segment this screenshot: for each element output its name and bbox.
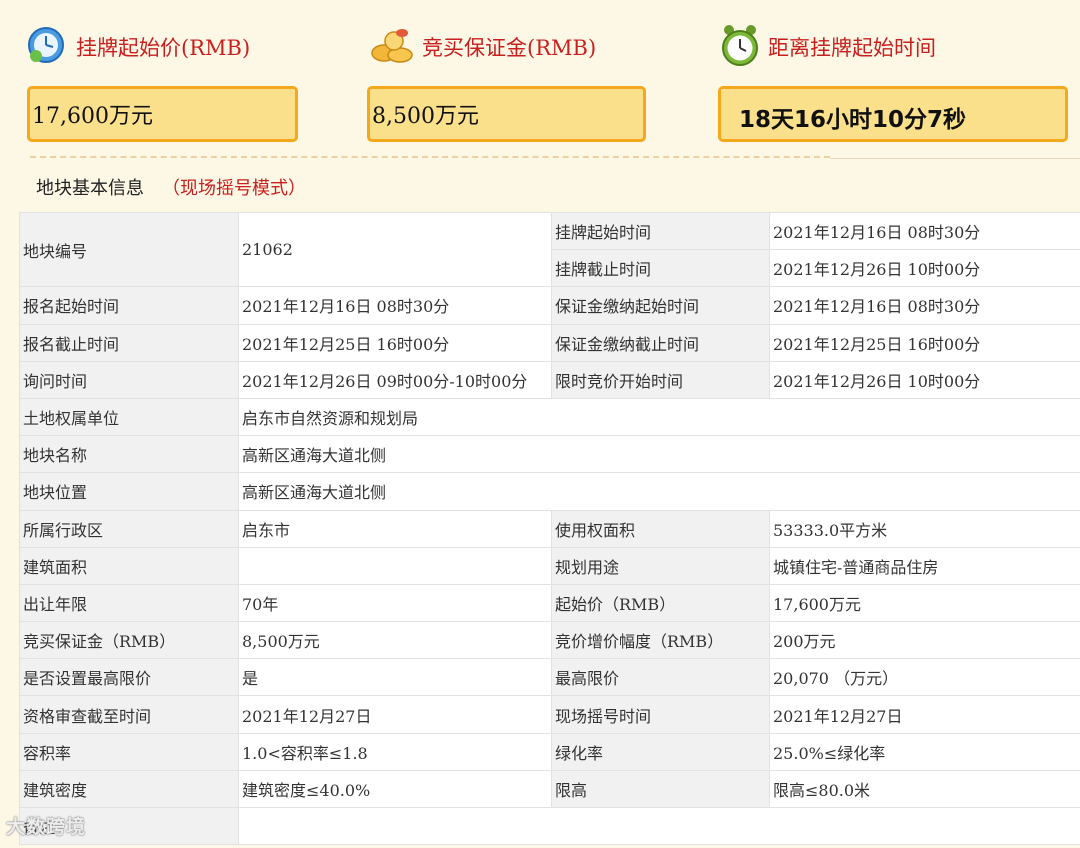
table-row: 土地权属单位 启东市自然资源和规划局 [19, 397, 1080, 437]
table-label: 规划用途 [551, 546, 770, 585]
table-value: 2021年12月16日 08时30分 [769, 286, 1080, 325]
table-row: 地块名称 高新区通海大道北侧 [19, 435, 1080, 474]
table-value: 是 [238, 658, 552, 697]
table-value: 8,500万元 [238, 621, 552, 660]
table-row: 是否设置最高限价 是 最高限价 20,070 （万元） [19, 658, 1080, 697]
table-label: 起始价（RMB） [551, 583, 770, 623]
table-row: 询问时间 2021年12月26日 09时00分-10时00分 限时竞价开始时间 … [19, 360, 1080, 399]
table-label: 限高 [551, 769, 770, 809]
table-label: 绿化率 [551, 732, 770, 771]
deposit-label: 竞买保证金(RMB) [422, 36, 597, 60]
table-value: 2021年12月27日 [769, 695, 1080, 734]
table-value: 200万元 [769, 621, 1080, 660]
table-row: 报名起始时间 2021年12月16日 08时30分 保证金缴纳起始时间 2021… [19, 286, 1080, 325]
watermark: 大数跨境 [6, 812, 86, 839]
table-label: 挂牌起始时间 [551, 211, 770, 251]
table-label: 保证金缴纳截止时间 [551, 323, 770, 362]
table-row: 资格审查截至时间 2021年12月27日 现场摇号时间 2021年12月27日 [19, 695, 1080, 734]
table-label: 地块位置 [19, 472, 239, 511]
table-label: 建筑面积 [19, 546, 239, 585]
table-row: 建筑面积 规划用途 城镇住宅-普通商品住房 [19, 546, 1080, 585]
auction-mode-label: （现场摇号模式） [162, 178, 306, 199]
table-value: 建筑密度≤40.0% [238, 769, 552, 809]
clock-icon [26, 25, 66, 69]
table-value: 2021年12月26日 10时00分 [769, 360, 1080, 399]
table-label: 容积率 [19, 732, 239, 771]
table-value: 高新区通海大道北侧 [238, 435, 1080, 474]
divider-right [830, 158, 1080, 159]
countdown-label: 距离挂牌起始时间 [768, 36, 936, 60]
table-value: 2021年12月16日 08时30分 [769, 211, 1080, 251]
table-label: 出让年限 [19, 583, 239, 623]
divider [30, 156, 830, 158]
countdown-value: 18天16小时10分7秒 [718, 86, 1068, 142]
table-row: 地块位置 高新区通海大道北侧 [19, 472, 1080, 511]
table-label: 资格审查截至时间 [19, 695, 239, 734]
table-label: 挂牌截止时间 [551, 249, 770, 288]
table-label: 询问时间 [19, 360, 239, 399]
table-value: 25.0%≤绿化率 [769, 732, 1080, 771]
table-value: 21062 [238, 211, 552, 288]
table-row: 建筑密度 建筑密度≤40.0% 限高 限高≤80.0米 [19, 769, 1080, 809]
table-label: 建筑密度 [19, 769, 239, 809]
table-label: 最高限价 [551, 658, 770, 697]
parcel-info-table: 地块编号 21062 挂牌起始时间 2021年12月16日 08时30分 挂牌截… [19, 211, 1080, 846]
table-value: 70年 [238, 583, 552, 623]
table-value [238, 546, 552, 585]
table-value: 限高≤80.0米 [769, 769, 1080, 809]
table-value: 17,600万元 [769, 583, 1080, 623]
section-title-text: 地块基本信息 [36, 178, 144, 199]
table-label: 报名起始时间 [19, 286, 239, 325]
start-price-label: 挂牌起始价(RMB) [76, 36, 251, 60]
table-label: 使用权面积 [551, 509, 770, 548]
table-row: 地块编号 21062 挂牌起始时间 2021年12月16日 08时30分 [19, 211, 1080, 288]
table-row: 备注 [19, 806, 1080, 846]
table-label: 现场摇号时间 [551, 695, 770, 734]
table-value: 启东市 [238, 509, 552, 548]
deposit-value: 8,500万元 [367, 86, 646, 142]
table-value: 2021年12月27日 [238, 695, 552, 734]
table-row: 容积率 1.0<容积率≤1.8 绿化率 25.0%≤绿化率 [19, 732, 1080, 771]
table-label: 地块名称 [19, 435, 239, 474]
table-row: 出让年限 70年 起始价（RMB） 17,600万元 [19, 583, 1080, 623]
alarm-clock-icon [720, 23, 760, 71]
deposit-header: 竞买保证金(RMB) [370, 22, 596, 72]
table-label: 地块编号 [19, 211, 239, 288]
table-label: 限时竞价开始时间 [551, 360, 770, 399]
table-value: 启东市自然资源和规划局 [238, 397, 1080, 437]
watermark-text: 大数跨境 [6, 816, 87, 838]
table-row: 报名截止时间 2021年12月25日 16时00分 保证金缴纳截止时间 2021… [19, 323, 1080, 362]
table-label: 保证金缴纳起始时间 [551, 286, 770, 325]
table-label: 竞买保证金（RMB） [19, 621, 239, 660]
table-value: 2021年12月26日 10时00分 [769, 249, 1080, 288]
table-value: 2021年12月25日 16时00分 [769, 323, 1080, 362]
table-row: 竞买保证金（RMB） 8,500万元 竞价增价幅度（RMB） 200万元 [19, 621, 1080, 660]
table-value: 2021年12月26日 09时00分-10时00分 [238, 360, 552, 399]
table-value: 1.0<容积率≤1.8 [238, 732, 552, 771]
table-row: 所属行政区 启东市 使用权面积 53333.0平方米 [19, 509, 1080, 548]
table-label: 所属行政区 [19, 509, 239, 548]
table-label: 报名截止时间 [19, 323, 239, 362]
table-value: 53333.0平方米 [769, 509, 1080, 548]
table-label: 是否设置最高限价 [19, 658, 239, 697]
table-value: 20,070 （万元） [769, 658, 1080, 697]
table-value: 高新区通海大道北侧 [238, 472, 1080, 511]
table-value: 城镇住宅-普通商品住房 [769, 546, 1080, 585]
table-value: 2021年12月25日 16时00分 [238, 323, 552, 362]
start-price-value: 17,600万元 [27, 86, 298, 142]
coins-icon [370, 25, 416, 69]
countdown-header: 距离挂牌起始时间 [720, 22, 936, 72]
table-value [238, 806, 1080, 846]
table-value: 2021年12月16日 08时30分 [238, 286, 552, 325]
table-label: 土地权属单位 [19, 397, 239, 437]
section-title: 地块基本信息 （现场摇号模式） [36, 174, 306, 200]
start-price-header: 挂牌起始价(RMB) [26, 22, 250, 72]
table-label: 竞价增价幅度（RMB） [551, 621, 770, 660]
